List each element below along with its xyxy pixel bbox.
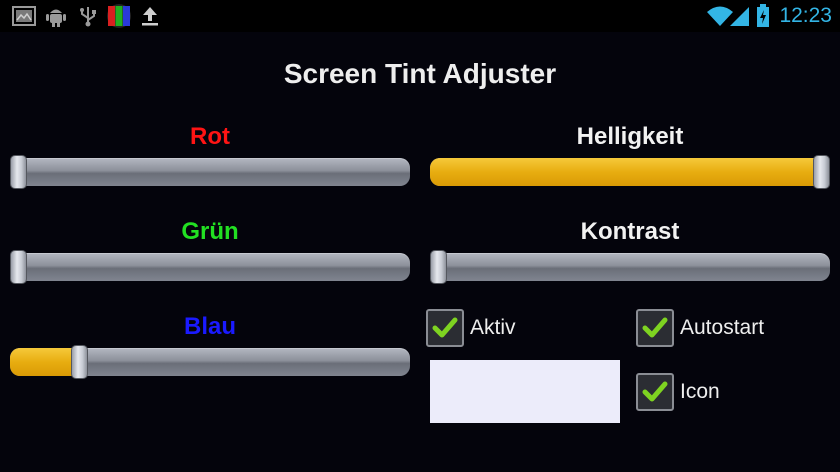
kontrast-label: Kontrast (580, 218, 680, 245)
status-bar: 12:23 (0, 0, 840, 32)
slider-thumb[interactable] (10, 250, 27, 284)
android-debug-icon (46, 9, 66, 27)
autostart-label: Autostart (680, 316, 765, 339)
aktiv-option[interactable]: Aktiv (426, 309, 516, 347)
kontrast-slider[interactable] (430, 250, 830, 284)
checkmark-icon (432, 317, 458, 338)
autostart-option[interactable]: Autostart (636, 309, 764, 347)
gruen-slider[interactable] (10, 250, 410, 284)
checkmark-icon (642, 381, 668, 402)
aktiv-checkbox[interactable] (426, 309, 464, 347)
battery-charging-icon (757, 4, 769, 27)
icon-option[interactable]: Icon (636, 373, 720, 411)
app-title: Screen Tint Adjuster (283, 58, 557, 89)
slider-track (10, 253, 410, 281)
upload-icon (142, 7, 158, 26)
aktiv-label: Aktiv (470, 316, 516, 339)
rot-slider[interactable] (10, 155, 410, 189)
autostart-checkbox[interactable] (636, 309, 674, 347)
checkmark-icon (642, 317, 668, 338)
tint-preview-swatch (430, 360, 620, 423)
slider-thumb[interactable] (10, 155, 27, 189)
helligkeit-slider[interactable] (430, 155, 830, 189)
signal-icon (730, 7, 749, 26)
slider-thumb[interactable] (71, 345, 89, 379)
usb-icon (80, 7, 96, 27)
slider-track (10, 158, 410, 186)
slider-thumb[interactable] (813, 155, 830, 189)
rgb-app-icon (107, 4, 131, 28)
slider-thumb[interactable] (430, 250, 447, 284)
helligkeit-label: Helligkeit (576, 123, 684, 150)
blau-label: Blau (183, 313, 236, 340)
clock: 12:23 (779, 4, 832, 27)
icon-checkbox[interactable] (636, 373, 674, 411)
blau-slider[interactable] (10, 345, 410, 379)
slider-fill (430, 158, 824, 186)
gallery-icon (12, 6, 36, 26)
slider-track (430, 253, 830, 281)
gruen-label: Grün (181, 218, 239, 245)
rot-label: Rot (190, 123, 230, 150)
icon-label: Icon (680, 380, 720, 403)
